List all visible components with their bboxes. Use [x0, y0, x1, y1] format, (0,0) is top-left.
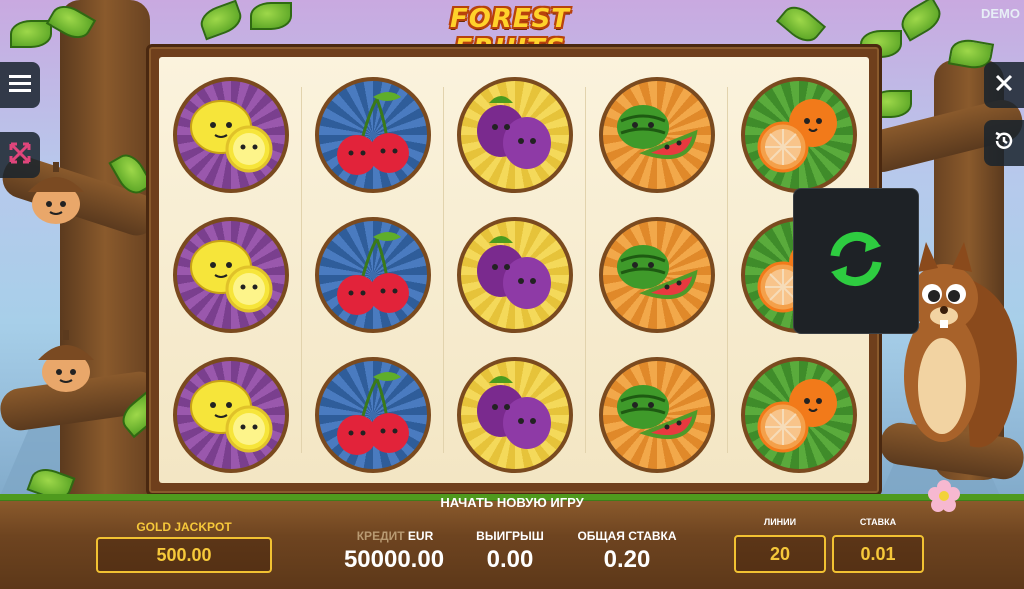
close-button[interactable] — [984, 62, 1024, 108]
column-separator — [443, 87, 444, 453]
lemon-icon — [177, 361, 285, 469]
new-game-button[interactable]: НАЧАТЬ НОВУЮ ИГРУ — [0, 495, 1024, 510]
history-button[interactable] — [984, 120, 1024, 166]
flower-decoration — [926, 478, 962, 514]
plum-icon — [461, 81, 569, 189]
acorn-character — [34, 326, 98, 392]
plum-icon — [461, 361, 569, 469]
expand-arrows-icon — [8, 141, 32, 170]
menu-button[interactable] — [0, 62, 40, 108]
reels-area — [159, 57, 869, 483]
watermelon-icon — [603, 361, 711, 469]
total-bet-value: 0.20 — [603, 546, 651, 573]
leaf — [250, 2, 292, 30]
game-title: FOREST FRUITS — [449, 4, 571, 64]
leaf — [775, 0, 827, 49]
lines-label: ЛИНИИ — [763, 517, 797, 527]
reel-symbol-orange — [741, 77, 857, 193]
reel-symbol-plum — [457, 357, 573, 473]
reels-board — [146, 44, 882, 496]
tree-trunk-left — [60, 0, 150, 520]
watermelon-icon — [603, 221, 711, 329]
jackpot-value: 500.00 — [96, 537, 272, 573]
cherry-icon — [319, 221, 427, 329]
win-label: ВЫИГРЫШ — [476, 529, 544, 543]
credit-currency: EUR — [407, 529, 434, 543]
watermelon-icon — [603, 81, 711, 189]
leaf — [196, 0, 246, 41]
orange-icon — [745, 361, 853, 469]
history-icon — [993, 130, 1015, 157]
lemon-icon — [177, 81, 285, 189]
total-bet-label: ОБЩАЯ СТАВКА — [577, 529, 677, 543]
hamburger-menu-icon — [9, 74, 31, 97]
reel-symbol-lemon — [173, 357, 289, 473]
reel-symbol-cherry — [315, 357, 431, 473]
lines-selector[interactable]: 20 — [734, 535, 826, 573]
spin-button[interactable] — [793, 188, 919, 334]
reel-symbol-cherry — [315, 217, 431, 333]
reel-symbol-plum — [457, 77, 573, 193]
column-separator — [585, 87, 586, 453]
reel-symbol-cherry — [315, 77, 431, 193]
close-icon — [995, 74, 1013, 97]
column-separator — [727, 87, 728, 453]
reel-symbol-orange — [741, 357, 857, 473]
refresh-arrows-icon — [821, 224, 891, 299]
column-separator — [301, 87, 302, 453]
reel-symbol-plum — [457, 217, 573, 333]
bet-selector[interactable]: 0.01 — [832, 535, 924, 573]
fullscreen-button[interactable] — [0, 132, 40, 178]
cherry-icon — [319, 361, 427, 469]
leaf — [10, 20, 52, 48]
reel-symbol-lemon — [173, 77, 289, 193]
reel-symbol-watermelon — [599, 77, 715, 193]
reel-symbol-watermelon — [599, 357, 715, 473]
reel-symbol-lemon — [173, 217, 289, 333]
credit-label: КРЕДИТ — [356, 529, 405, 543]
credit-label-group: КРЕДИТ EUR — [340, 529, 450, 543]
leaf — [895, 0, 947, 42]
reel-symbol-watermelon — [599, 217, 715, 333]
plum-icon — [461, 221, 569, 329]
credit-value: 50000.00 — [343, 546, 445, 573]
orange-icon — [745, 81, 853, 189]
win-value: 0.00 — [486, 546, 534, 573]
bet-label: СТАВКА — [859, 517, 897, 527]
jackpot-label: GOLD JACKPOT — [136, 520, 232, 534]
lemon-icon — [177, 221, 285, 329]
cherry-icon — [319, 81, 427, 189]
demo-badge: DEMO — [981, 6, 1020, 21]
